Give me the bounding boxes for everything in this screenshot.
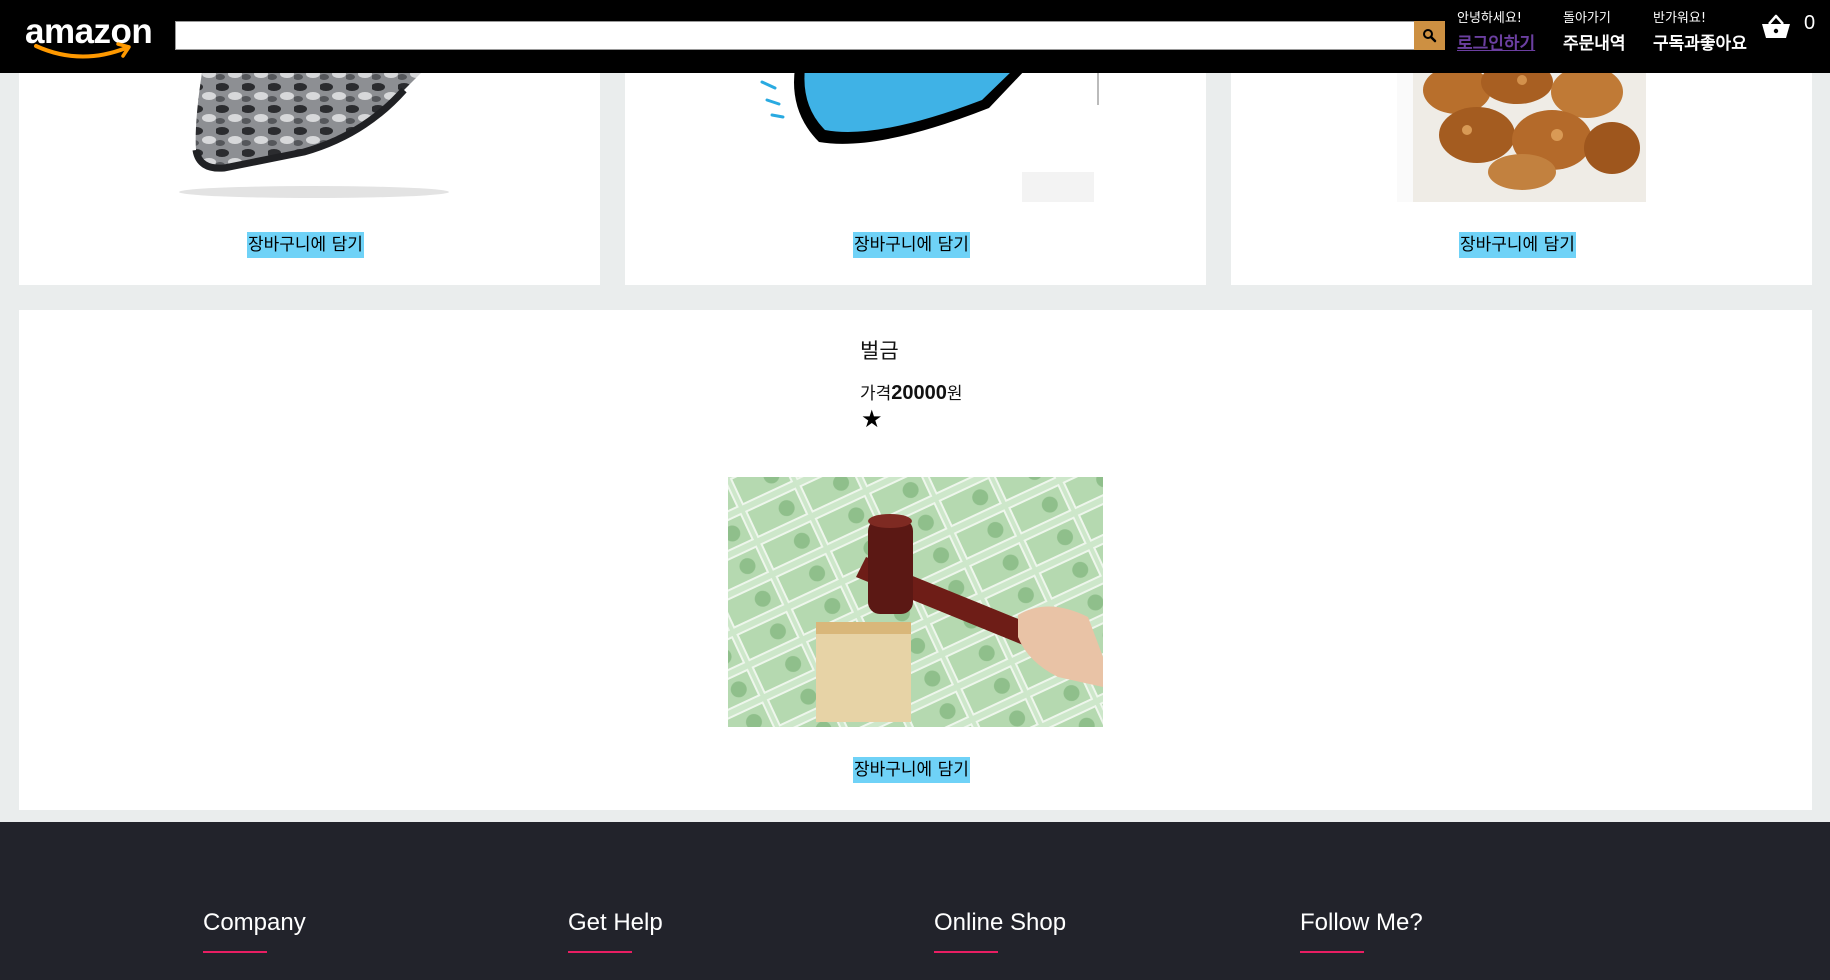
footer-column-follow-me: Follow Me? <box>1300 908 1423 953</box>
footer-heading-underline <box>934 951 998 953</box>
amazon-logo[interactable]: amazon <box>22 10 153 60</box>
basket-button[interactable]: 0 <box>1760 10 1820 44</box>
product-card: 장바구니에 담기 <box>19 60 600 285</box>
price-value: 20000 <box>891 382 947 404</box>
footer-heading: Follow Me? <box>1300 909 1423 936</box>
footer-heading-underline <box>568 951 632 953</box>
nav-subscribe-label: 반가워요! <box>1653 11 1707 26</box>
product-image-chicken <box>1397 60 1646 202</box>
product-title: 벌금 <box>860 339 899 363</box>
footer-heading: Online Shop <box>934 909 1067 936</box>
footer-heading-underline <box>1300 951 1364 953</box>
footer-column-online-shop: Online Shop <box>934 908 1066 953</box>
product-price: 가격20000원 <box>860 379 963 405</box>
basket-count: 0 <box>1804 12 1816 34</box>
price-label: 가격 <box>860 384 892 404</box>
product-image-ssafy <box>727 60 1102 205</box>
basket-icon <box>1762 14 1790 38</box>
product-image-shoe <box>164 60 464 205</box>
price-unit: 원 <box>946 384 963 404</box>
nav-login[interactable]: 안녕하세요! 로그인하기 <box>1457 9 1535 57</box>
product-card: 벌금 가격20000원 ★ 장바구니에 담기 <box>19 310 1812 810</box>
search-icon <box>1423 29 1437 43</box>
orders-link[interactable]: 주문내역 <box>1563 31 1626 57</box>
add-to-cart-button[interactable]: 장바구니에 담기 <box>853 232 970 258</box>
footer: Company Get Help Online Shop Follow Me? <box>0 822 1830 980</box>
product-image-fine <box>728 477 1103 727</box>
nav-orders[interactable]: 돌아가기 주문내역 <box>1563 9 1626 57</box>
login-link[interactable]: 로그인하기 <box>1457 31 1535 57</box>
nav-subscribe[interactable]: 반가워요! 구독과좋아요 <box>1653 9 1747 57</box>
header: amazon 안녕하세요! 로그인하기 돌아가기 주문내역 반가워요! 구독과좋… <box>0 0 1830 73</box>
product-card: 장바구니에 담기 <box>625 60 1206 285</box>
footer-column-company: Company <box>203 908 306 953</box>
nav-orders-label: 돌아가기 <box>1563 11 1611 26</box>
smile-arrow-icon <box>34 42 131 59</box>
search-bar <box>175 21 1445 50</box>
search-input[interactable] <box>175 21 1416 50</box>
footer-heading: Company <box>203 909 306 936</box>
footer-column-get-help: Get Help <box>568 908 663 953</box>
subscribe-link[interactable]: 구독과좋아요 <box>1653 31 1747 57</box>
add-to-cart-button[interactable]: 장바구니에 담기 <box>853 757 970 783</box>
add-to-cart-button[interactable]: 장바구니에 담기 <box>1459 232 1576 258</box>
product-card: 장바구니에 담기 <box>1231 60 1812 285</box>
rating-star-icon: ★ <box>861 405 883 433</box>
add-to-cart-button[interactable]: 장바구니에 담기 <box>247 232 364 258</box>
footer-heading-underline <box>203 951 267 953</box>
footer-heading: Get Help <box>568 909 663 936</box>
search-button[interactable] <box>1414 21 1445 50</box>
nav-greeting-label: 안녕하세요! <box>1457 11 1523 26</box>
